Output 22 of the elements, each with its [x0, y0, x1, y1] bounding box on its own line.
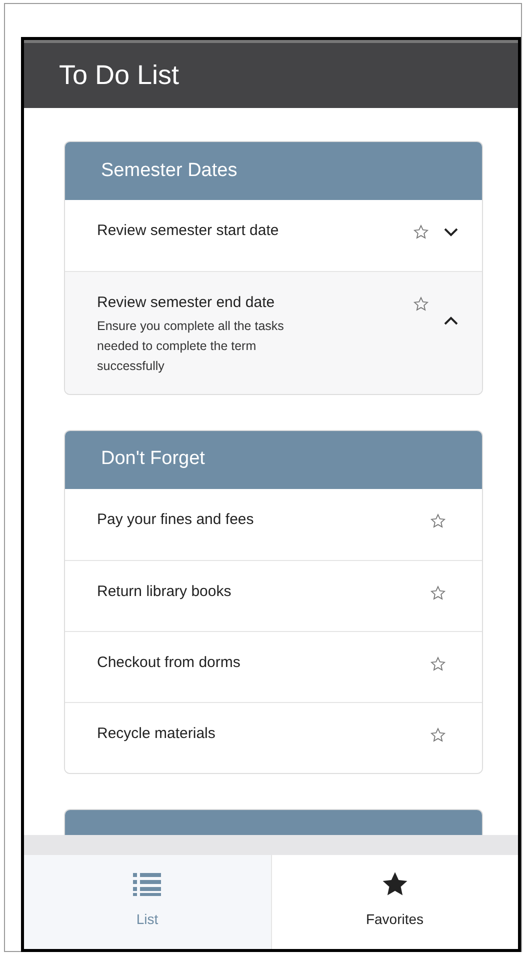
task-title: Review semester start date: [97, 221, 280, 241]
task-title: Return library books: [97, 582, 232, 602]
chevron-up-icon[interactable]: [444, 316, 458, 325]
task-title: Recycle materials: [97, 724, 216, 744]
task-title: Review semester end date: [97, 293, 276, 313]
task-title: Checkout from dorms: [97, 652, 242, 672]
list-icon: [132, 871, 162, 897]
star-outline-icon[interactable]: [430, 726, 446, 742]
task-row[interactable]: Recycle materials: [65, 702, 482, 772]
chevron-down-icon[interactable]: [444, 228, 458, 237]
star-outline-icon[interactable]: [413, 224, 429, 240]
star-outline-icon[interactable]: [430, 584, 446, 600]
task-detail: Ensure you complete all the tasks needed to complete the term successfully: [97, 318, 285, 375]
star-outline-icon[interactable]: [413, 296, 429, 312]
star-outline-icon[interactable]: [430, 656, 446, 672]
task-title: Pay your fines and fees: [97, 510, 255, 530]
star-outline-icon[interactable]: [430, 512, 446, 528]
app-title: To Do List: [59, 59, 180, 92]
task-row[interactable]: Review semester end date Ensure you complete all the tasks needed to complete the term successfully: [65, 271, 482, 394]
star-icon: [380, 871, 409, 897]
section-title: Semester Dates: [101, 158, 238, 183]
section-title: Don't Forget: [101, 447, 205, 472]
